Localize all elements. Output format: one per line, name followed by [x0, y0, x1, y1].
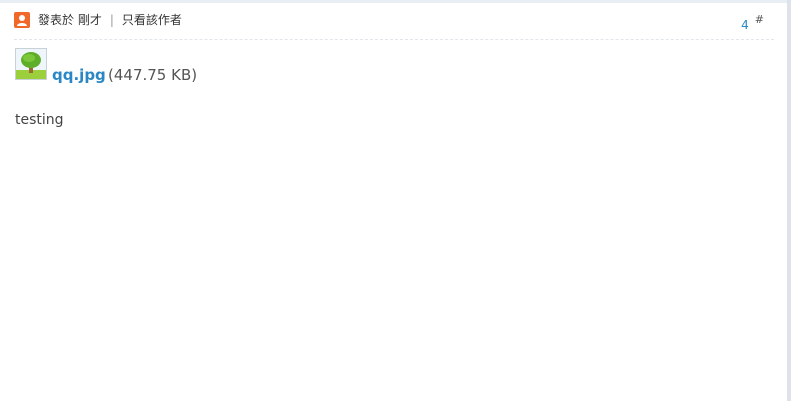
attachment-filename-link[interactable]: qq.jpg [52, 66, 106, 84]
floor-hash: # [754, 13, 764, 26]
right-scroll-edge [787, 0, 791, 401]
meta-separator: | [109, 13, 114, 27]
posted-time: 發表於 剛才 [38, 13, 102, 27]
post-meta: 發表於 剛才 | 只看該作者 [38, 12, 182, 28]
image-file-icon[interactable] [15, 48, 47, 80]
author-icon [14, 12, 30, 28]
floor-number-value[interactable]: 4 [741, 18, 749, 32]
attachment-size: (447.75 KB) [108, 66, 198, 84]
post-content: testing [15, 112, 64, 128]
post: 發表於 剛才 | 只看該作者 4 # qq.jpg (447.75 KB) testi… [0, 3, 787, 401]
only-author-link[interactable]: 只看該作者 [122, 13, 182, 27]
floor-number[interactable]: 4 # [741, 13, 764, 32]
post-header: 發表於 剛才 | 只看該作者 4 # [14, 11, 774, 40]
